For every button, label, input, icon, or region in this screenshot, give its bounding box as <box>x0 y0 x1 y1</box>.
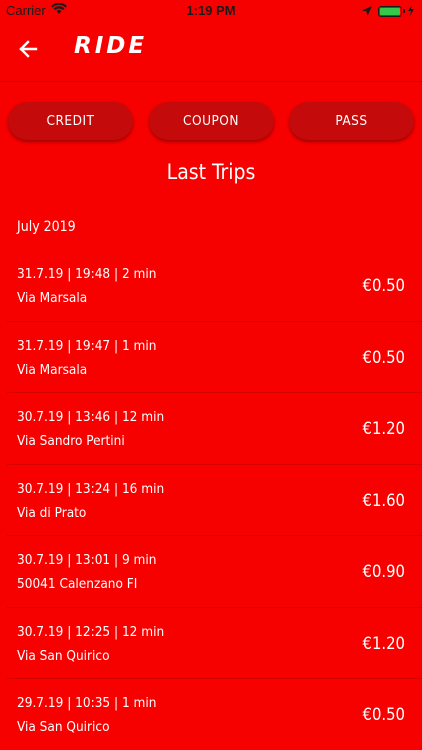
trip-price: €0.90 <box>362 562 405 581</box>
trip-row[interactable]: 30.7.19 | 13:24 | 16 min Via di Prato €1… <box>7 465 422 536</box>
battery-icon <box>378 6 405 17</box>
trip-info: 31.7.19 | 19:47 | 1 min <box>17 337 157 354</box>
trip-place: Via di Prato <box>17 504 87 521</box>
trip-info: 30.7.19 | 12:25 | 12 min <box>17 623 165 640</box>
trip-list: 31.7.19 | 19:48 | 2 min Via Marsala €0.5… <box>0 250 422 750</box>
pass-button[interactable]: PASS <box>289 102 414 140</box>
back-button[interactable] <box>14 36 44 62</box>
status-right <box>362 4 414 19</box>
trip-price: €1.20 <box>362 633 405 653</box>
charging-icon <box>408 4 414 19</box>
trip-row[interactable]: 31.7.19 | 19:47 | 1 min Via Marsala €0.5… <box>7 322 422 393</box>
location-icon <box>362 4 372 19</box>
trip-row[interactable]: 29.7.19 | 10:35 | 1 min Via San Quirico … <box>7 679 422 750</box>
trip-place: Via Marsala <box>17 290 88 306</box>
trip-info: 30.7.19 | 13:01 | 9 min <box>17 552 157 568</box>
trip-row[interactable]: 30.7.19 | 13:46 | 12 min Via Sandro Pert… <box>7 393 422 465</box>
trip-place: 50041 Calenzano FI <box>17 576 138 592</box>
trip-row[interactable]: 30.7.19 | 13:01 | 9 min 50041 Calenzano … <box>7 536 422 608</box>
trip-price: €0.50 <box>362 276 405 295</box>
arrow-left-icon <box>19 40 38 58</box>
trip-price: €0.50 <box>362 347 405 367</box>
status-bar: Carrier 1:19 PM <box>0 0 422 22</box>
credit-button[interactable]: CREDIT <box>8 102 133 140</box>
trip-price: €1.20 <box>362 419 405 438</box>
trip-place: Via Sandro Pertini <box>17 433 125 449</box>
trip-row[interactable]: 30.7.19 | 12:25 | 12 min Via San Quirico… <box>7 608 422 679</box>
navigation-bar: RIDE <box>0 22 422 82</box>
coupon-button[interactable]: COUPON <box>148 102 274 140</box>
trip-info: 30.7.19 | 13:46 | 12 min <box>17 409 165 425</box>
page-title: Last Trips <box>166 160 256 184</box>
month-header: July 2019 <box>17 219 76 235</box>
trip-price: €0.50 <box>362 705 405 724</box>
trip-price: €1.60 <box>362 490 405 510</box>
trip-info: 29.7.19 | 10:35 | 1 min <box>17 695 157 711</box>
trip-place: Via Marsala <box>17 361 88 378</box>
status-time: 1:19 PM <box>186 3 236 18</box>
ride-logo: RIDE <box>74 33 148 59</box>
trip-info: 30.7.19 | 13:24 | 16 min <box>17 480 165 497</box>
segment-control: CREDIT COUPON PASS <box>8 102 414 140</box>
battery-level <box>380 8 400 15</box>
trip-row[interactable]: 31.7.19 | 19:48 | 2 min Via Marsala €0.5… <box>7 250 422 322</box>
trip-info: 31.7.19 | 19:48 | 2 min <box>17 266 157 282</box>
trip-place: Via San Quirico <box>17 719 110 735</box>
trip-place: Via San Quirico <box>17 647 110 664</box>
